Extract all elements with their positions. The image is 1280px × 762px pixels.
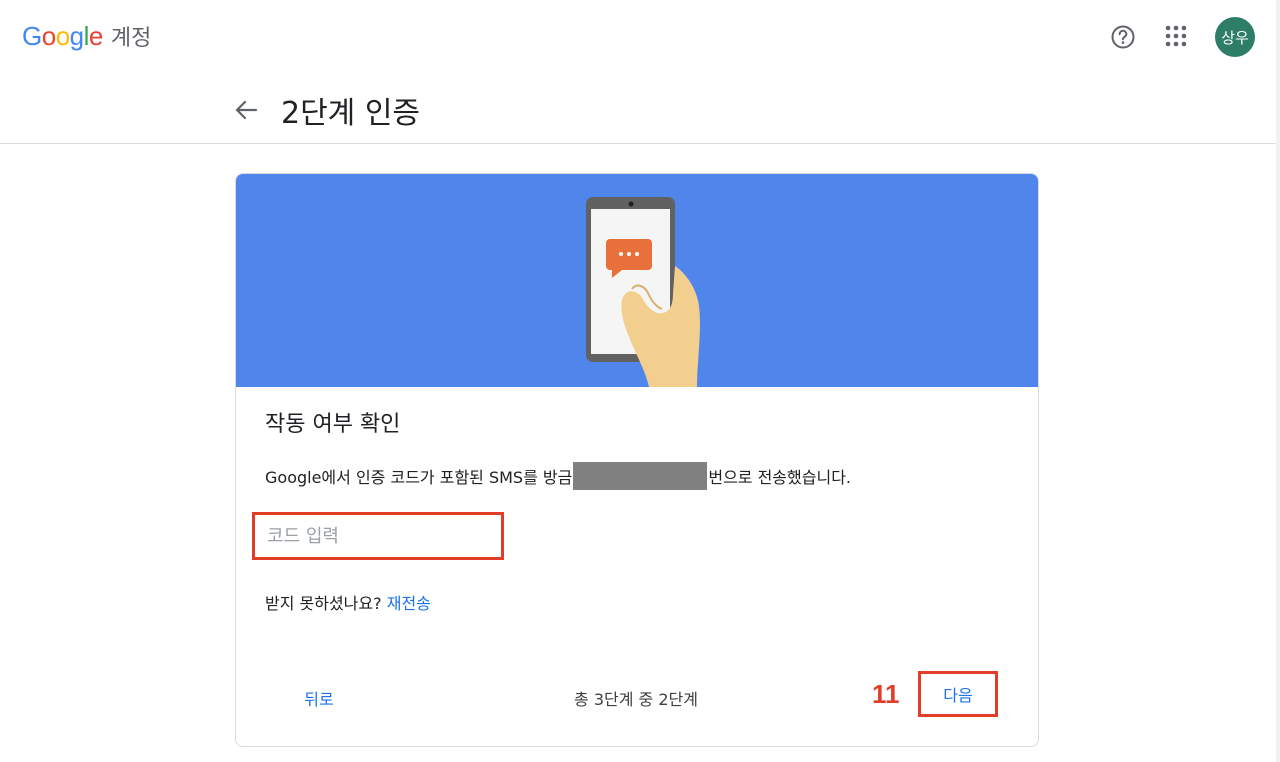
scrollbar[interactable] [1276, 0, 1280, 762]
back-button[interactable]: 뒤로 [286, 680, 352, 716]
apps-grid-icon[interactable] [1164, 24, 1188, 48]
verification-card: 작동 여부 확인 Google에서 인증 코드가 포함된 SMS를 방금 번으로… [235, 173, 1039, 747]
page-title: 2단계 인증 [281, 96, 421, 131]
avatar[interactable]: 상우 [1215, 17, 1255, 57]
next-button[interactable]: 다음 [918, 671, 998, 717]
card-title: 작동 여부 확인 [265, 412, 401, 437]
resend-row: 받지 못하셨나요? 재전송 [265, 590, 431, 614]
resend-link[interactable]: 재전송 [387, 594, 431, 613]
top-bar: Google 계정 상우 [0, 0, 1280, 74]
page-header: 2단계 인증 [0, 74, 1280, 144]
annotation-marker-11: 11 [872, 679, 900, 709]
resend-prompt: 받지 못하셨나요? [265, 594, 382, 613]
sms-sent-description: Google에서 인증 코드가 포함된 SMS를 방금 번으로 전송했습니다. [265, 462, 851, 490]
description-text: Google에서 인증 코드가 포함된 SMS를 방금 [265, 468, 573, 487]
arrow-left-icon[interactable] [232, 96, 260, 124]
redacted-phone-number [573, 462, 708, 490]
step-indicator: 총 3단계 중 2단계 [574, 690, 698, 709]
phone-sms-illustration [236, 174, 1038, 387]
google-logo: Google [22, 21, 103, 51]
google-account-logo[interactable]: Google 계정 [22, 20, 151, 52]
product-name: 계정 [110, 26, 152, 51]
help-icon[interactable] [1110, 24, 1136, 50]
code-input[interactable] [252, 512, 504, 560]
description-suffix: 번으로 전송했습니다. [708, 468, 851, 487]
